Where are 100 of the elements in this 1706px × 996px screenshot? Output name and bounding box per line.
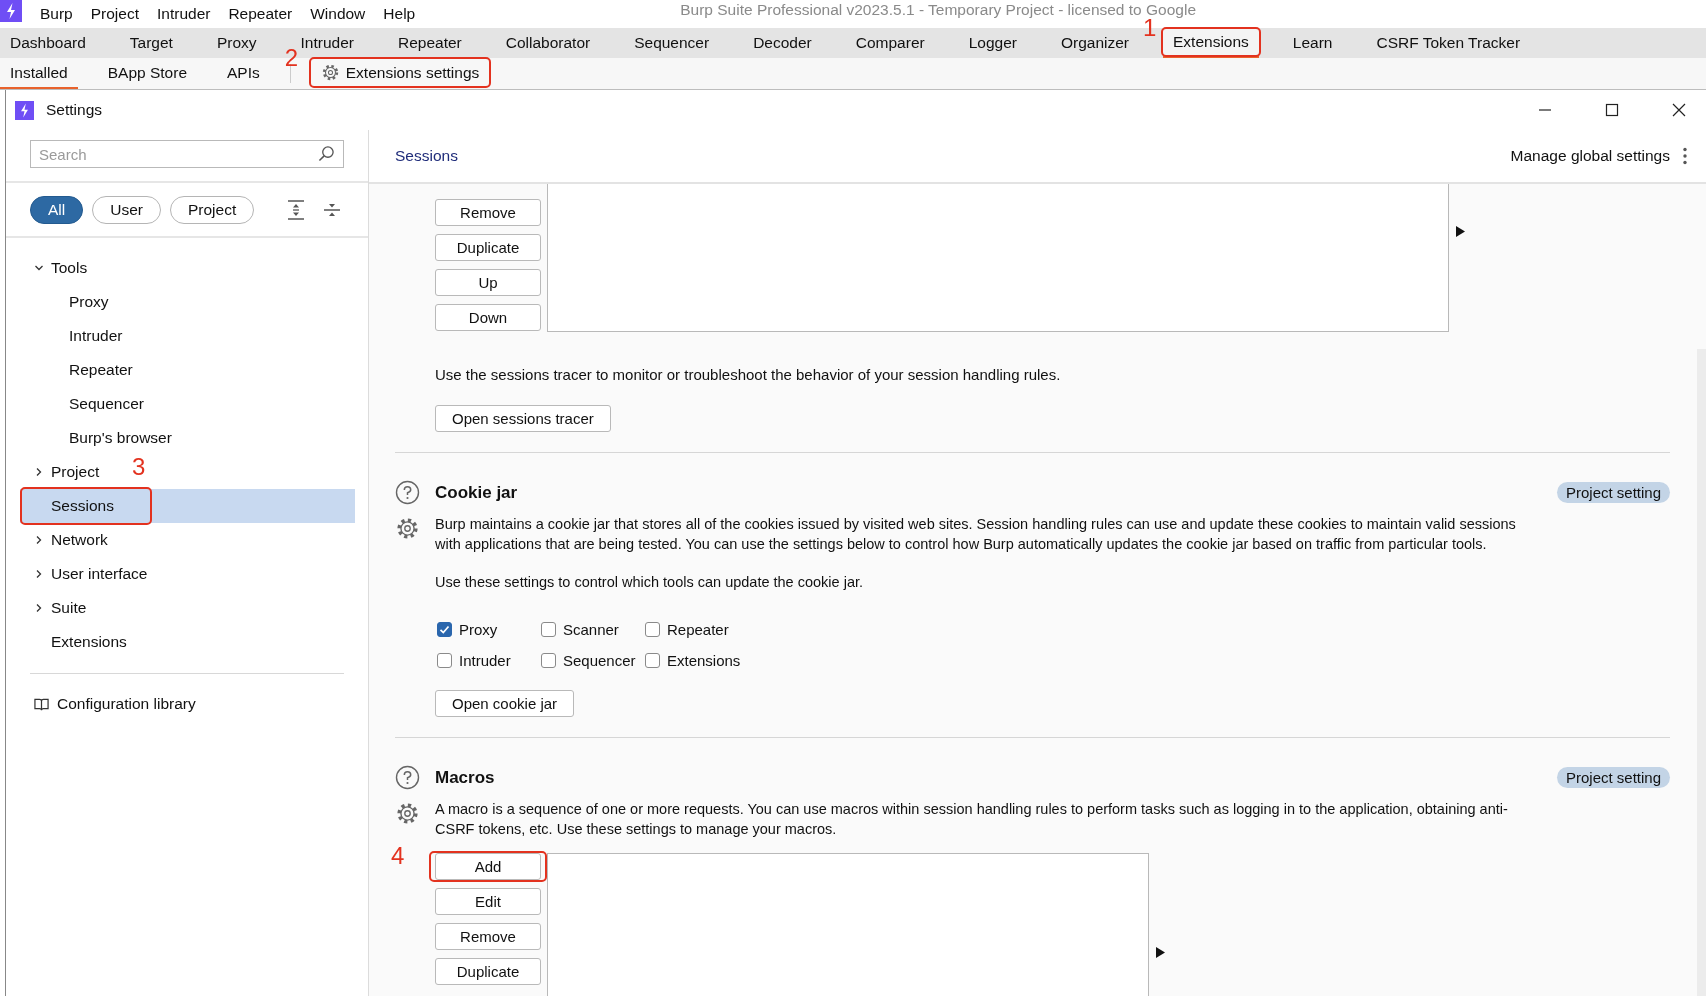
button-label: Extensions settings (345, 63, 480, 82)
list-button[interactable]: Duplicate (435, 234, 541, 261)
tree-item-label: Project (51, 463, 100, 481)
description-text: A macro is a sequence of one or more requests. You can use macros within session handling rules to perform tasks such as logging in to the application, obtaining anti-CSRF tokens, etc. Use these settings to manage your macros. (435, 800, 1509, 839)
tree-item-label: Intruder (69, 327, 123, 345)
tree-item-label: Repeater (69, 361, 133, 379)
checkbox-label: Proxy (459, 621, 498, 638)
list-button[interactable]: Remove (435, 199, 541, 226)
menu-item[interactable]: Burp (40, 5, 73, 23)
project-setting-badge: Project setting (1556, 767, 1670, 788)
menu-item[interactable]: Help (383, 5, 416, 23)
tab[interactable]: Learn (1282, 28, 1343, 58)
tree-item[interactable]: Network (20, 523, 355, 557)
annotation-number: 4 (391, 844, 405, 868)
window-title: Burp Suite Professional v2023.5.1 - Temporary Project - licensed to Google (680, 1, 1196, 19)
chevron-down-icon[interactable] (34, 263, 44, 273)
subtab[interactable]: BApp Store (97, 58, 197, 89)
triangle-arrow-icon[interactable] (1156, 947, 1165, 958)
menu-item[interactable]: Project (90, 5, 139, 23)
tab[interactable]: Logger (958, 28, 1027, 58)
checkbox-label: Extensions (667, 652, 741, 669)
project-setting-badge: Project setting (1556, 482, 1670, 503)
gear-icon (395, 516, 420, 541)
tab[interactable]: Target (119, 28, 183, 58)
list-button[interactable]: Remove (435, 923, 541, 950)
tab[interactable]: Organizer (1050, 28, 1139, 58)
tree-item[interactable]: Tools (20, 251, 355, 285)
tree-item[interactable]: Proxy (20, 285, 355, 319)
tab[interactable]: CSRF Token Tracker (1366, 28, 1531, 58)
gear-icon (320, 63, 340, 82)
chevron-right-icon[interactable] (34, 535, 44, 545)
tree-item-label: Burp's browser (69, 429, 172, 447)
open-sessions-tracer-button[interactable]: Open sessions tracer (435, 405, 611, 432)
dialog-title: Settings (46, 101, 103, 119)
tree-item[interactable]: Repeater (20, 353, 355, 387)
section-title: Cookie jar (435, 482, 519, 503)
checkbox[interactable] (541, 653, 556, 668)
search-field[interactable]: Search (30, 140, 344, 168)
annotation-number: 3 (132, 455, 146, 479)
gear-icon (395, 801, 420, 826)
tree-item-label: User interface (51, 565, 148, 583)
filter-pill[interactable]: All (30, 195, 84, 224)
tree-item-label: Network (51, 531, 108, 549)
list-button[interactable]: Add (435, 853, 541, 880)
checkbox-label: Sequencer (563, 652, 636, 669)
open-cookie-jar-button[interactable]: Open cookie jar (435, 690, 575, 717)
list-button[interactable]: Down (435, 304, 541, 331)
configuration-library-link[interactable]: Configuration library (6, 694, 368, 714)
description-text: Burp maintains a cookie jar that stores all of the cookies issued by visited web sites. Session handling rules can use and update these cookies to maintain valid sessions with applications that are being tested. You can use the settings below to control how Burp automatically updates the cookie jar based on traffic from particular tools. (435, 515, 1517, 554)
help-icon[interactable] (395, 480, 420, 505)
tab[interactable]: Collaborator (495, 28, 601, 58)
menu-item[interactable]: Window (310, 5, 366, 23)
manage-global-settings-link[interactable]: Manage global settings (1510, 147, 1670, 165)
checkbox[interactable] (437, 622, 452, 637)
list-button[interactable]: Edit (435, 888, 541, 915)
more-options-icon[interactable] (1682, 147, 1688, 165)
menu-item[interactable]: Intruder (157, 5, 211, 23)
tab[interactable]: Sequencer (624, 28, 720, 58)
filter-pill[interactable]: User (92, 195, 161, 224)
expand-all-icon[interactable] (287, 199, 306, 220)
triangle-arrow-icon[interactable] (1456, 226, 1465, 237)
chevron-right-icon[interactable] (34, 569, 44, 579)
chevron-right-icon[interactable] (34, 603, 44, 613)
tab[interactable]: Decoder (743, 28, 822, 58)
tree-item-label: Proxy (69, 293, 109, 311)
tree-item-label: Suite (51, 599, 87, 617)
description-text: Use the sessions tracer to monitor or troubleshoot the behavior of your session handling rules. (435, 365, 1062, 385)
search-icon (318, 145, 335, 162)
checkbox[interactable] (645, 653, 660, 668)
tree-item-label: Sequencer (69, 395, 144, 413)
tree-item-label: Sessions (51, 497, 114, 515)
tree-item-label: Tools (51, 259, 88, 277)
checkbox[interactable] (645, 622, 660, 637)
checkbox-label: Repeater (667, 621, 729, 638)
tab[interactable]: Dashboard (0, 28, 96, 58)
close-icon[interactable] (1671, 103, 1686, 117)
checkbox[interactable] (437, 653, 452, 668)
tab[interactable]: Repeater (387, 28, 472, 58)
checkbox-label: Scanner (563, 621, 619, 638)
tab[interactable]: Proxy (206, 28, 267, 58)
tree-item[interactable]: Intruder (20, 319, 355, 353)
list-button[interactable]: Duplicate (435, 958, 541, 985)
tree-item[interactable]: Burp's browser (20, 421, 355, 455)
list-button[interactable]: Up (435, 269, 541, 296)
tree-item[interactable]: Sequencer (20, 387, 355, 421)
filter-pill[interactable]: Project (169, 195, 255, 224)
tree-item[interactable]: Extensions (20, 625, 355, 659)
tab[interactable]: Comparer (845, 28, 935, 58)
maximize-icon[interactable] (1604, 103, 1619, 117)
tree-item[interactable]: Suite (20, 591, 355, 625)
menu-item[interactable]: Repeater (228, 5, 293, 23)
app-logo-icon (0, 0, 22, 22)
tree-item[interactable]: User interface (20, 557, 355, 591)
help-icon[interactable] (395, 765, 420, 790)
panel-heading: Sessions (395, 147, 459, 165)
chevron-right-icon[interactable] (34, 467, 44, 477)
checkbox-label: Intruder (459, 652, 511, 669)
checkbox[interactable] (541, 622, 556, 637)
annotation-number: 2 (284, 46, 299, 70)
subtab[interactable]: APIs (217, 58, 270, 89)
